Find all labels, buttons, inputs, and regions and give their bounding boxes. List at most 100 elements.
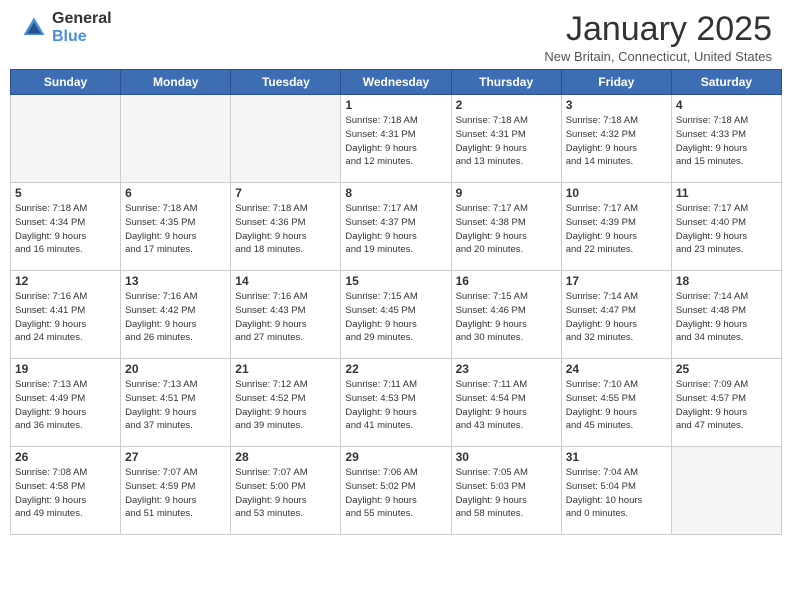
calendar-cell <box>671 447 781 535</box>
date-number: 21 <box>235 362 336 376</box>
day-info: Sunrise: 7:12 AM Sunset: 4:52 PM Dayligh… <box>235 378 336 433</box>
day-header-wednesday: Wednesday <box>341 70 451 95</box>
date-number: 12 <box>15 274 116 288</box>
date-number: 4 <box>676 98 777 112</box>
calendar-cell: 28Sunrise: 7:07 AM Sunset: 5:00 PM Dayli… <box>231 447 341 535</box>
calendar-cell: 12 Sunrise: 7:16 AM Sunset: 4:41 PM Dayli… <box>11 271 121 359</box>
week-row-4: 19 Sunrise: 7:13 AM Sunset: 4:49 PM Dayli… <box>11 359 782 447</box>
date-number: 3 <box>566 98 667 112</box>
logo-blue: Blue <box>52 28 112 46</box>
day-header-monday: Monday <box>121 70 231 95</box>
calendar-cell: 31Sunrise: 7:04 AM Sunset: 5:04 PM Dayli… <box>561 447 671 535</box>
calendar-cell: 25 Sunrise: 7:09 AM Sunset: 4:57 PM Dayli… <box>671 359 781 447</box>
calendar-cell <box>11 95 121 183</box>
date-number: 15 <box>345 274 446 288</box>
calendar-table: SundayMondayTuesdayWednesdayThursdayFrid… <box>10 69 782 535</box>
day-info: Sunrise: 7:11 AM Sunset: 4:54 PM Dayligh… <box>456 378 557 433</box>
day-header-friday: Friday <box>561 70 671 95</box>
calendar-cell: 6 Sunrise: 7:18 AM Sunset: 4:35 PM Daylig… <box>121 183 231 271</box>
day-info: Sunrise: 7:07 AM Sunset: 4:59 PM Dayligh… <box>125 466 226 521</box>
title-block: January 2025 New Britain, Connecticut, U… <box>544 10 772 64</box>
day-header-saturday: Saturday <box>671 70 781 95</box>
week-row-1: 1 Sunrise: 7:18 AM Sunset: 4:31 PM Daylig… <box>11 95 782 183</box>
day-info: Sunrise: 7:14 AM Sunset: 4:48 PM Dayligh… <box>676 290 777 345</box>
day-info: Sunrise: 7:18 AM Sunset: 4:33 PM Dayligh… <box>676 114 777 169</box>
day-header-thursday: Thursday <box>451 70 561 95</box>
calendar-cell: 11 Sunrise: 7:17 AM Sunset: 4:40 PM Dayli… <box>671 183 781 271</box>
day-info: Sunrise: 7:17 AM Sunset: 4:40 PM Dayligh… <box>676 202 777 257</box>
calendar-cell: 24Sunrise: 7:10 AM Sunset: 4:55 PM Dayli… <box>561 359 671 447</box>
calendar-cell: 8 Sunrise: 7:17 AM Sunset: 4:37 PM Daylig… <box>341 183 451 271</box>
day-info: Sunrise: 7:11 AM Sunset: 4:53 PM Dayligh… <box>345 378 446 433</box>
calendar-cell <box>121 95 231 183</box>
date-number: 29 <box>345 450 446 464</box>
week-row-3: 12 Sunrise: 7:16 AM Sunset: 4:41 PM Dayli… <box>11 271 782 359</box>
week-row-5: 26Sunrise: 7:08 AM Sunset: 4:58 PM Dayli… <box>11 447 782 535</box>
calendar-cell: 22Sunrise: 7:11 AM Sunset: 4:53 PM Dayli… <box>341 359 451 447</box>
date-number: 23 <box>456 362 557 376</box>
day-info: Sunrise: 7:13 AM Sunset: 4:49 PM Dayligh… <box>15 378 116 433</box>
location: New Britain, Connecticut, United States <box>544 49 772 64</box>
date-number: 26 <box>15 450 116 464</box>
calendar-cell <box>231 95 341 183</box>
calendar-cell: 4 Sunrise: 7:18 AM Sunset: 4:33 PM Daylig… <box>671 95 781 183</box>
date-number: 14 <box>235 274 336 288</box>
date-number: 18 <box>676 274 777 288</box>
date-number: 11 <box>676 186 777 200</box>
date-number: 8 <box>345 186 446 200</box>
calendar-cell: 16 Sunrise: 7:15 AM Sunset: 4:46 PM Dayli… <box>451 271 561 359</box>
day-info: Sunrise: 7:05 AM Sunset: 5:03 PM Dayligh… <box>456 466 557 521</box>
calendar-cell: 9Sunrise: 7:17 AM Sunset: 4:38 PM Daylig… <box>451 183 561 271</box>
date-number: 31 <box>566 450 667 464</box>
calendar-cell: 5Sunrise: 7:18 AM Sunset: 4:34 PM Daylig… <box>11 183 121 271</box>
week-row-2: 5Sunrise: 7:18 AM Sunset: 4:34 PM Daylig… <box>11 183 782 271</box>
date-number: 2 <box>456 98 557 112</box>
day-info: Sunrise: 7:06 AM Sunset: 5:02 PM Dayligh… <box>345 466 446 521</box>
day-header-sunday: Sunday <box>11 70 121 95</box>
page-header: General Blue January 2025 New Britain, C… <box>0 0 792 69</box>
calendar-cell: 26Sunrise: 7:08 AM Sunset: 4:58 PM Dayli… <box>11 447 121 535</box>
calendar-cell: 23 Sunrise: 7:11 AM Sunset: 4:54 PM Dayli… <box>451 359 561 447</box>
date-number: 5 <box>15 186 116 200</box>
day-info: Sunrise: 7:18 AM Sunset: 4:36 PM Dayligh… <box>235 202 336 257</box>
calendar-cell: 15 Sunrise: 7:15 AM Sunset: 4:45 PM Dayli… <box>341 271 451 359</box>
calendar-cell: 18 Sunrise: 7:14 AM Sunset: 4:48 PM Dayli… <box>671 271 781 359</box>
calendar-cell: 20Sunrise: 7:13 AM Sunset: 4:51 PM Dayli… <box>121 359 231 447</box>
date-number: 1 <box>345 98 446 112</box>
logo: General Blue <box>20 10 112 45</box>
date-number: 25 <box>676 362 777 376</box>
date-number: 30 <box>456 450 557 464</box>
day-info: Sunrise: 7:15 AM Sunset: 4:46 PM Dayligh… <box>456 290 557 345</box>
day-info: Sunrise: 7:17 AM Sunset: 4:37 PM Dayligh… <box>345 202 446 257</box>
day-info: Sunrise: 7:07 AM Sunset: 5:00 PM Dayligh… <box>235 466 336 521</box>
calendar-cell: 14Sunrise: 7:16 AM Sunset: 4:43 PM Dayli… <box>231 271 341 359</box>
calendar-cell: 10Sunrise: 7:17 AM Sunset: 4:39 PM Dayli… <box>561 183 671 271</box>
day-header-tuesday: Tuesday <box>231 70 341 95</box>
day-info: Sunrise: 7:17 AM Sunset: 4:38 PM Dayligh… <box>456 202 557 257</box>
day-info: Sunrise: 7:13 AM Sunset: 4:51 PM Dayligh… <box>125 378 226 433</box>
calendar-cell: 7 Sunrise: 7:18 AM Sunset: 4:36 PM Daylig… <box>231 183 341 271</box>
day-info: Sunrise: 7:09 AM Sunset: 4:57 PM Dayligh… <box>676 378 777 433</box>
day-header-row: SundayMondayTuesdayWednesdayThursdayFrid… <box>11 70 782 95</box>
calendar-cell: 30 Sunrise: 7:05 AM Sunset: 5:03 PM Dayli… <box>451 447 561 535</box>
day-info: Sunrise: 7:18 AM Sunset: 4:35 PM Dayligh… <box>125 202 226 257</box>
calendar-cell: 27 Sunrise: 7:07 AM Sunset: 4:59 PM Dayli… <box>121 447 231 535</box>
date-number: 7 <box>235 186 336 200</box>
calendar-cell: 3Sunrise: 7:18 AM Sunset: 4:32 PM Daylig… <box>561 95 671 183</box>
day-info: Sunrise: 7:15 AM Sunset: 4:45 PM Dayligh… <box>345 290 446 345</box>
calendar-cell: 19 Sunrise: 7:13 AM Sunset: 4:49 PM Dayli… <box>11 359 121 447</box>
date-number: 19 <box>15 362 116 376</box>
day-info: Sunrise: 7:18 AM Sunset: 4:31 PM Dayligh… <box>345 114 446 169</box>
calendar-cell: 29 Sunrise: 7:06 AM Sunset: 5:02 PM Dayli… <box>341 447 451 535</box>
day-info: Sunrise: 7:18 AM Sunset: 4:31 PM Dayligh… <box>456 114 557 169</box>
date-number: 16 <box>456 274 557 288</box>
day-info: Sunrise: 7:17 AM Sunset: 4:39 PM Dayligh… <box>566 202 667 257</box>
date-number: 6 <box>125 186 226 200</box>
date-number: 27 <box>125 450 226 464</box>
calendar-cell: 13 Sunrise: 7:16 AM Sunset: 4:42 PM Dayli… <box>121 271 231 359</box>
date-number: 13 <box>125 274 226 288</box>
day-info: Sunrise: 7:16 AM Sunset: 4:41 PM Dayligh… <box>15 290 116 345</box>
date-number: 24 <box>566 362 667 376</box>
day-info: Sunrise: 7:16 AM Sunset: 4:42 PM Dayligh… <box>125 290 226 345</box>
logo-general: General <box>52 10 112 28</box>
